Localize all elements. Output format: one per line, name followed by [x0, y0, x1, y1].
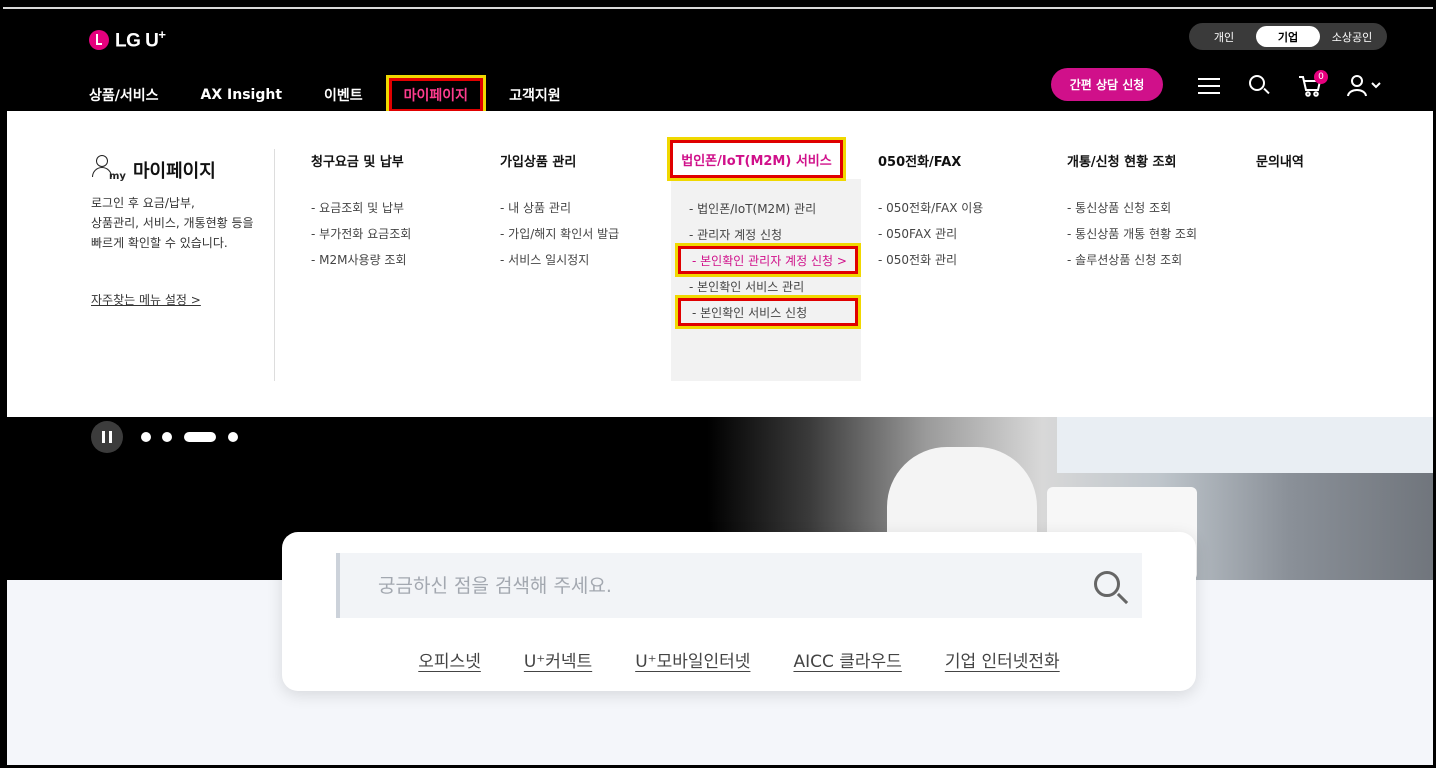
lg-logo-icon [89, 29, 109, 50]
logo-text: LG U+ [115, 27, 166, 52]
menu-item[interactable]: 050FAX 관리 [878, 225, 983, 251]
search-icon[interactable] [1247, 73, 1273, 99]
carousel-dot-3[interactable] [184, 432, 216, 442]
quick-link-aicc-cloud[interactable]: AICC 클라우드 [793, 647, 901, 672]
nav-events[interactable]: 이벤트 [324, 85, 363, 105]
site-header: LG U+ 개인 기업 소상공인 상품/서비스 AX Insight 이벤트 마… [3, 9, 1433, 115]
quick-link-mobile-internet[interactable]: U⁺모바일인터넷 [635, 647, 750, 672]
menu-item-identity-service-request[interactable]: - 본인확인 서비스 신청 [675, 295, 861, 329]
menu-billing-list: 요금조회 및 납부 부가전화 요금조회 M2M사용량 조회 [311, 199, 411, 277]
menu-item-corporate-phone-manage[interactable]: - 법인폰/IoT(M2M) 관리 [689, 200, 816, 217]
menu-item[interactable]: 가입/해지 확인서 발급 [500, 225, 619, 251]
nav-mypage[interactable]: 마이페이지 [385, 75, 487, 115]
menu-activation-title[interactable]: 개통/신청 현황 조회 [1067, 151, 1176, 170]
hero-screen-image [1057, 417, 1433, 473]
menu-item-admin-account-request[interactable]: - 관리자 계정 신청 [689, 226, 782, 243]
menu-050-title[interactable]: 050전화/FAX [878, 151, 961, 170]
carousel-pause-button[interactable] [91, 421, 123, 453]
menu-item-identity-service-manage[interactable]: - 본인확인 서비스 관리 [689, 278, 804, 295]
menu-corporate-phone-title[interactable]: 법인폰/IoT(M2M) 서비스 [667, 137, 846, 181]
search-input[interactable] [378, 553, 1058, 618]
quick-link-officenet[interactable]: 오피스넷 [418, 647, 481, 672]
carousel-dot-1[interactable] [141, 432, 151, 442]
menu-products-list: 내 상품 관리 가입/해지 확인서 발급 서비스 일시정지 [500, 199, 619, 277]
menu-item[interactable]: 요금조회 및 납부 [311, 199, 411, 225]
main-nav: 상품/서비스 AX Insight 이벤트 마이페이지 고객지원 [89, 75, 603, 115]
carousel-dot-4[interactable] [228, 432, 238, 442]
my-user-icon: my [91, 153, 126, 183]
menu-billing-title[interactable]: 청구요금 및 납부 [311, 151, 404, 170]
search-field [336, 553, 1142, 618]
menu-products-title[interactable]: 가입상품 관리 [500, 151, 576, 170]
menu-item[interactable]: 내 상품 관리 [500, 199, 619, 225]
search-card: 오피스넷 U⁺커넥트 U⁺모바일인터넷 AICC 클라우드 기업 인터넷전화 [282, 532, 1196, 691]
segment-business[interactable]: 기업 [1256, 26, 1320, 47]
menu-item[interactable]: 통신상품 신청 조회 [1067, 199, 1197, 225]
menu-050-list: 050전화/FAX 이용 050FAX 관리 050전화 관리 [878, 199, 983, 277]
mypage-mega-menu: my 마이페이지 로그인 후 요금/납부, 상품관리, 서비스, 개통현황 등을… [7, 111, 1433, 417]
menu-icon[interactable] [1196, 73, 1222, 99]
cart-count-badge: 0 [1314, 70, 1328, 84]
mypage-heading: 마이페이지 [133, 161, 216, 182]
quick-link-internet-phone[interactable]: 기업 인터넷전화 [945, 647, 1060, 672]
nav-ax-insight[interactable]: AX Insight [201, 87, 283, 103]
nav-products[interactable]: 상품/서비스 [89, 85, 159, 105]
customer-type-switch: 개인 기업 소상공인 [1189, 23, 1387, 50]
logo[interactable]: LG U+ [89, 27, 166, 52]
menu-item[interactable]: 솔루션상품 신청 조회 [1067, 251, 1197, 277]
quick-link-connect[interactable]: U⁺커넥트 [524, 647, 592, 672]
menu-item[interactable]: M2M사용량 조회 [311, 251, 411, 277]
quick-links: 오피스넷 U⁺커넥트 U⁺모바일인터넷 AICC 클라우드 기업 인터넷전화 [282, 647, 1196, 672]
quick-consult-button[interactable]: 간편 상담 신청 [1051, 68, 1163, 101]
carousel-dot-2[interactable] [162, 432, 172, 442]
menu-item[interactable]: 050전화 관리 [878, 251, 983, 277]
chevron-down-icon [1371, 82, 1381, 89]
menu-item[interactable]: 050전화/FAX 이용 [878, 199, 983, 225]
segment-personal[interactable]: 개인 [1192, 26, 1256, 47]
search-submit-icon[interactable] [1092, 569, 1132, 609]
mypage-title: my 마이페이지 [91, 153, 216, 183]
divider [274, 149, 275, 381]
mypage-description: 로그인 후 요금/납부, 상품관리, 서비스, 개통현황 등을 빠르게 확인할 … [91, 196, 254, 250]
menu-item[interactable]: 통신상품 개통 현황 조회 [1067, 225, 1197, 251]
nav-support[interactable]: 고객지원 [509, 85, 561, 105]
favorite-menu-setting-link[interactable]: 자주찾는 메뉴 설정 > [91, 291, 201, 308]
user-icon[interactable] [1347, 73, 1387, 99]
menu-activation-list: 통신상품 신청 조회 통신상품 개통 현황 조회 솔루션상품 신청 조회 [1067, 199, 1197, 277]
browser-frame: LG U+ 개인 기업 소상공인 상품/서비스 AX Insight 이벤트 마… [0, 0, 1436, 768]
menu-inquiry-title[interactable]: 문의내역 [1256, 151, 1304, 170]
menu-item[interactable]: 부가전화 요금조회 [311, 225, 411, 251]
menu-item-identity-admin-account-request[interactable]: - 본인확인 관리자 계정 신청 > [675, 243, 861, 277]
menu-item[interactable]: 서비스 일시정지 [500, 251, 619, 277]
segment-small-business[interactable]: 소상공인 [1320, 26, 1384, 47]
